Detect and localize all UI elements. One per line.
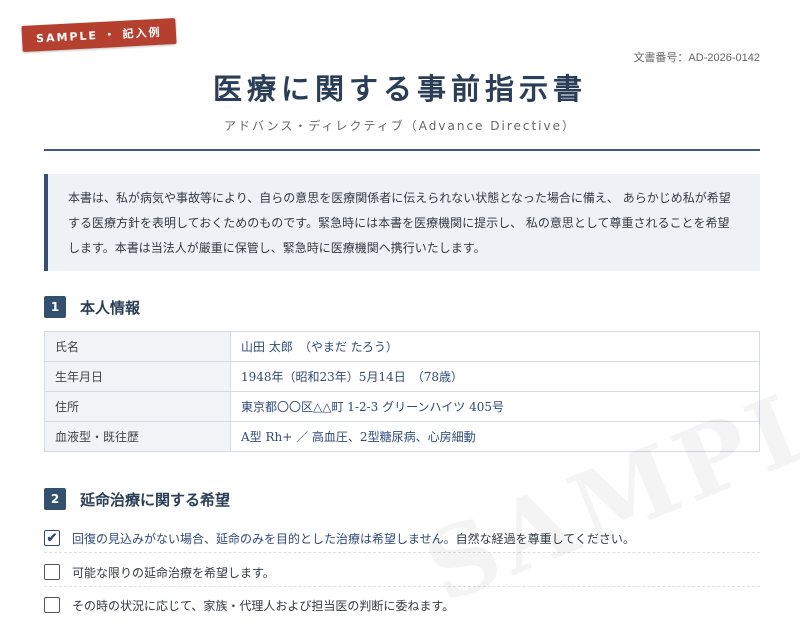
checkbox-checked[interactable]: ✔ xyxy=(44,530,60,546)
row-label: 生年月日 xyxy=(44,361,231,392)
table-row: 血液型・既往歴 A型 Rh+ ／ 高血圧、2型糖尿病、心房細動 xyxy=(44,421,760,452)
section-header-life-support: 2 延命治療に関する希望 xyxy=(44,487,230,511)
option-text: 自然な経過を尊重してください。 xyxy=(455,531,635,546)
page-subtitle: アドバンス・ディレクティブ（Advance Directive） xyxy=(223,119,577,133)
option-text-selected: 回復の見込みがない場合、延命のみを目的とした治療は希望しません。 xyxy=(72,531,456,546)
intro-line: します。本書は当法人が厳重に保管し、緊急時に医療機関へ携行いたします。 xyxy=(68,241,486,255)
intro-line: する医療方針を表明しておくためのものです。緊急時には本書を医療機関に提示し、 私… xyxy=(68,216,730,230)
row-label: 血液型・既往歴 xyxy=(44,421,231,452)
checkbox[interactable] xyxy=(44,564,60,580)
row-label: 氏名 xyxy=(44,331,231,362)
section-title: 本人情報 xyxy=(80,298,141,317)
row-value: 山田 太郎 （やまだ たろう） xyxy=(230,331,760,362)
row-value: 東京都〇〇区△△町 1-2-3 グリーンハイツ 405号 xyxy=(230,391,760,422)
section-title: 延命治療に関する希望 xyxy=(80,490,231,509)
intro-box: 本書は、私が病気や事故等により、自らの意思を医療関係者に伝えられない状態となった… xyxy=(44,174,760,271)
row-value: A型 Rh+ ／ 高血圧、2型糖尿病、心房細動 xyxy=(230,421,760,452)
table-row: 生年月日 1948年（昭和23年）5月14日 （78歳） xyxy=(44,361,760,392)
option-defer-to-family[interactable]: その時の状況に応じて、家族・代理人および担当医の判断に委ねます。 xyxy=(44,591,760,619)
checkbox[interactable] xyxy=(44,597,60,613)
title-divider xyxy=(44,149,760,151)
option-text: その時の状況に応じて、家族・代理人および担当医の判断に委ねます。 xyxy=(72,598,455,613)
option-decline-life-support[interactable]: ✔ 回復の見込みがない場合、延命のみを目的とした治療は希望しません。 自然な経過… xyxy=(44,524,760,553)
row-label: 住所 xyxy=(44,391,231,422)
option-request-life-support[interactable]: 可能な限りの延命治療を希望します。 xyxy=(44,558,760,587)
table-row: 住所 東京都〇〇区△△町 1-2-3 グリーンハイツ 405号 xyxy=(44,391,760,422)
page-title: 医療に関する事前指示書 xyxy=(212,72,587,106)
personal-info-table: 氏名 山田 太郎 （やまだ たろう） 生年月日 1948年（昭和23年）5月14… xyxy=(44,331,760,452)
table-row: 氏名 山田 太郎 （やまだ たろう） xyxy=(44,331,760,362)
section-header-personal-info: 1 本人情報 xyxy=(44,295,140,319)
intro-line: 本書は、私が病気や事故等により、自らの意思を医療関係者に伝えられない状態となった… xyxy=(68,191,731,205)
section-number-badge: 2 xyxy=(44,488,66,510)
sample-stamp: SAMPLE ・ 記入例 xyxy=(21,17,177,53)
document-number: 文書番号：AD-2026-0142 xyxy=(633,52,760,64)
row-value: 1948年（昭和23年）5月14日 （78歳） xyxy=(230,361,760,392)
option-text: 可能な限りの延命治療を希望します。 xyxy=(72,565,275,580)
section-number-badge: 1 xyxy=(44,296,66,318)
